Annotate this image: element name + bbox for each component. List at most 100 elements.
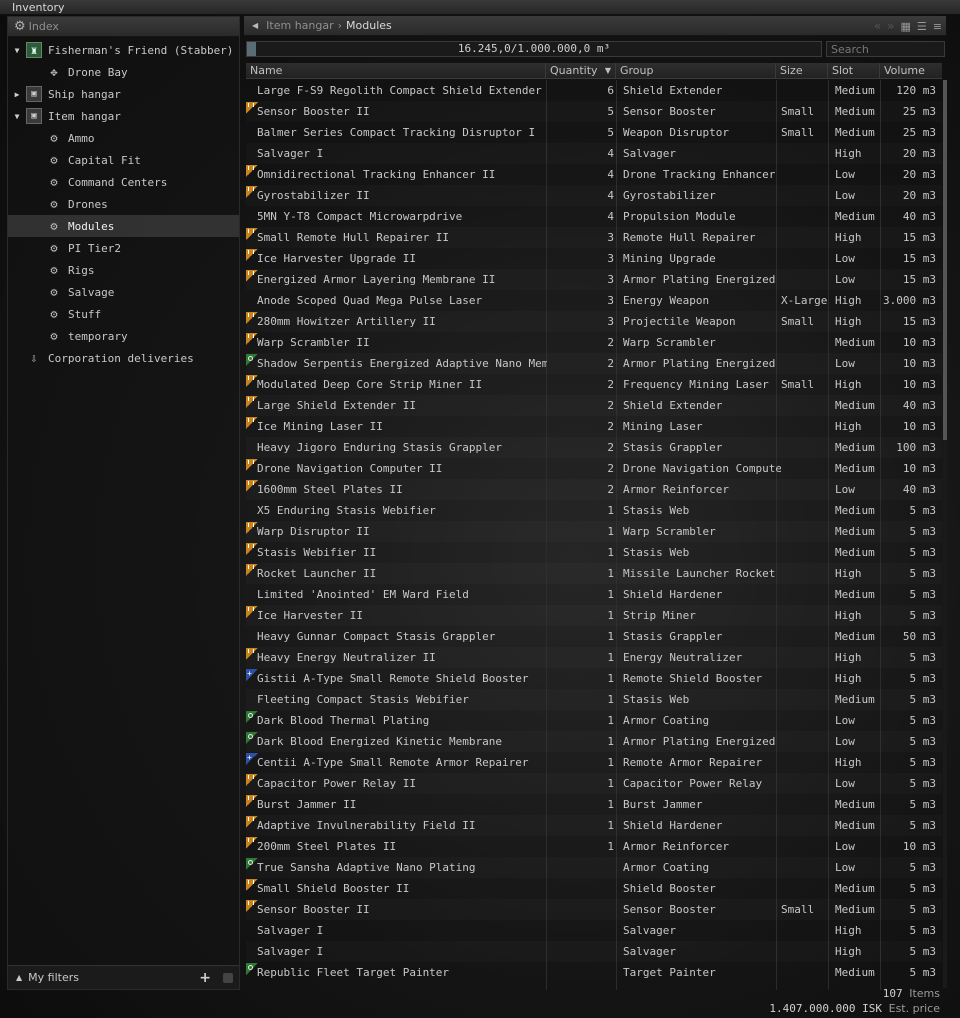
table-row[interactable]: Sensor Booster II Sensor Booster Small Medi… (246, 899, 942, 920)
item-quantity: 1 (607, 819, 614, 832)
scrollbar[interactable] (943, 80, 947, 988)
tree-item-temporary[interactable]: ⚙ temporary (8, 325, 239, 347)
column-header-group[interactable]: Group (616, 63, 776, 79)
table-row[interactable]: Sensor Booster II 5 Sensor Booster Small Med… (246, 101, 942, 122)
table-row[interactable]: Adaptive Invulnerability Field II 1 Shield… (246, 815, 942, 836)
table-row[interactable]: X5 Enduring Stasis Webifier 1 Stasis Web Me… (246, 500, 942, 521)
icon-view-icon[interactable]: ▦ (901, 20, 911, 33)
table-row[interactable]: Capacitor Power Relay II 1 Capacitor Power… (246, 773, 942, 794)
item-slot: Medium (835, 693, 875, 706)
table-row[interactable]: True Sansha Adaptive Nano Plating Armor C… (246, 857, 942, 878)
expand-up-icon[interactable]: ▲ (16, 973, 22, 982)
table-row[interactable]: Ice Mining Laser II 2 Mining Laser High 10 m… (246, 416, 942, 437)
table-row[interactable]: Large Shield Extender II 2 Shield Extender… (246, 395, 942, 416)
tree-item-capital-fit[interactable]: ⚙ Capital Fit (8, 149, 239, 171)
ship-icon: ♜ (26, 42, 42, 58)
column-header-volume[interactable]: Volume (880, 63, 942, 79)
table-row[interactable]: Heavy Jigoro Enduring Stasis Grappler 2 St… (246, 437, 942, 458)
tree-item-item-hangar[interactable]: ▼ ▣ Item hangar (8, 105, 239, 127)
gear-icon[interactable]: ⚙ (14, 19, 26, 34)
table-row[interactable]: Anode Scoped Quad Mega Pulse Laser 3 Energ… (246, 290, 942, 311)
table-row[interactable]: 280mm Howitzer Artillery II 3 Projectile W… (246, 311, 942, 332)
item-size (781, 752, 833, 773)
table-row[interactable]: Gistii A-Type Small Remote Shield Booste… (246, 663, 942, 689)
table-row[interactable]: Rocket Launcher II 1 Missile Launcher Rock… (246, 563, 942, 584)
table-row[interactable]: 200mm Steel Plates II 1 Armor Reinforcer Lo… (246, 836, 942, 857)
table-row[interactable]: Modulated Deep Core Strip Miner II 2 Frequ… (246, 374, 942, 395)
table-row[interactable]: Small Remote Hull Repairer II 3 Remote Hul… (246, 227, 942, 248)
my-filters-bar[interactable]: ▲ My filters + (8, 965, 239, 989)
details-view-icon[interactable]: ☰ (917, 20, 927, 33)
table-row[interactable]: Omnidirectional Tracking Enhancer II 4 Dro… (246, 164, 942, 185)
table-row[interactable]: Stasis Webifier II 1 Stasis Web Medium 5 m3 (246, 542, 942, 563)
window-title: Inventory (0, 0, 960, 15)
tree-item-label: Modules (68, 219, 115, 233)
item-group: Propulsion Module (623, 210, 736, 223)
table-row[interactable]: Energized Armor Layering Membrane II 3 Arm… (246, 269, 942, 290)
add-filter-icon[interactable]: + (199, 970, 211, 986)
column-header-size[interactable]: Size (776, 63, 828, 79)
history-forward-icon[interactable]: » (887, 19, 894, 33)
table-row[interactable]: Drone Navigation Computer II 2 Drone Navig… (246, 458, 942, 479)
column-header-name[interactable]: Name (246, 63, 546, 79)
table-row[interactable]: 1600mm Steel Plates II 2 Armor Reinforcer L… (246, 479, 942, 500)
back-arrow-icon[interactable]: ◀ (252, 21, 258, 30)
tree-item-drone-bay[interactable]: ✥ Drone Bay (8, 61, 239, 83)
collapse-caret-icon[interactable]: ▼ (12, 112, 22, 121)
item-volume: 5 m3 (909, 924, 937, 937)
item-group: Remote Armor Repairer (623, 756, 763, 769)
table-row[interactable]: Balmer Series Compact Tracking Disruptor… (246, 122, 942, 143)
table-row[interactable]: Centii A-Type Small Remote Armor Repaire… (246, 747, 942, 773)
expand-caret-icon[interactable]: ▶ (12, 90, 22, 99)
tree-item-rigs[interactable]: ⚙ Rigs (8, 259, 239, 281)
tree-item-ship-hangar[interactable]: ▶ ▣ Ship hangar (8, 83, 239, 105)
tree-item-modules[interactable]: ⚙ Modules (8, 215, 239, 237)
table-row[interactable]: Republic Fleet Target Painter Target Pain… (246, 962, 942, 983)
item-size (781, 584, 833, 605)
table-row[interactable]: Burst Jammer II 1 Burst Jammer Medium 5 m3 (246, 794, 942, 815)
table-row[interactable]: Ice Harvester Upgrade II 3 Mining Upgrade L… (246, 248, 942, 269)
search-input[interactable] (826, 41, 945, 57)
table-row[interactable]: Heavy Energy Neutralizer II 1 Energy Neutr… (246, 647, 942, 668)
tree-item-pi-tier2[interactable]: ⚙ PI Tier2 (8, 237, 239, 259)
item-group: Armor Plating Energized (623, 735, 776, 748)
table-row[interactable]: Gyrostabilizer II 4 Gyrostabilizer Low 20 m3 (246, 185, 942, 206)
history-back-icon[interactable]: « (874, 19, 881, 33)
tree-item-salvage[interactable]: ⚙ Salvage (8, 281, 239, 303)
collapse-caret-icon[interactable]: ▼ (12, 46, 22, 55)
item-quantity (546, 962, 614, 983)
item-group: Stasis Grappler (623, 630, 723, 643)
table-row[interactable]: 5MN Y-T8 Compact Microwarpdrive 4 Propulsi… (246, 206, 942, 227)
table-row[interactable]: Heavy Gunnar Compact Stasis Grappler 1 Sta… (246, 626, 942, 647)
table-row[interactable]: Large F-S9 Regolith Compact Shield Exten… (246, 80, 942, 101)
table-row[interactable]: Shadow Serpentis Energized Adaptive Nano… (246, 353, 942, 374)
list-view-icon[interactable]: ≡ (933, 20, 942, 33)
breadcrumb-parent[interactable]: Item hangar (266, 19, 333, 32)
column-header-quantity[interactable]: Quantity ▼ (546, 63, 616, 79)
column-header-slot[interactable]: Slot (828, 63, 880, 79)
table-row[interactable]: Dark Blood Thermal Plating 1 Armor Coating… (246, 710, 942, 731)
tree-item-corporation-deliveries[interactable]: ⇩ Corporation deliveries (8, 347, 239, 369)
table-row[interactable]: Warp Disruptor II 1 Warp Scrambler Medium 5 … (246, 521, 942, 542)
scrollbar-thumb[interactable] (943, 80, 947, 440)
table-row[interactable]: Warp Scrambler II 2 Warp Scrambler Medium 10… (246, 332, 942, 353)
table-row[interactable]: Small Shield Booster II Shield Booster Med… (246, 878, 942, 899)
index-header[interactable]: ⚙ Index (8, 17, 239, 37)
tree-item-ammo[interactable]: ⚙ Ammo (8, 127, 239, 149)
tree-item-drones[interactable]: ⚙ Drones (8, 193, 239, 215)
item-slot: High (835, 231, 862, 244)
table-row[interactable]: Salvager I 4 Salvager High 20 m3 (246, 143, 942, 164)
table-row[interactable]: Dark Blood Energized Kinetic Membrane 1 Ar… (246, 731, 942, 752)
table-row[interactable]: Ice Harvester II 1 Strip Miner High 5 m3 (246, 605, 942, 626)
table-row[interactable]: Salvager I Salvager High 5 m3 (246, 941, 942, 962)
item-quantity: 1 (607, 756, 614, 769)
table-row[interactable]: Fleeting Compact Stasis Webifier 1 Stasis … (246, 689, 942, 710)
container-icon: ⚙ (50, 263, 58, 277)
filter-toggle-icon[interactable] (223, 972, 233, 983)
table-row[interactable]: Limited 'Anointed' EM Ward Field 1 Shield … (246, 584, 942, 605)
table-row[interactable]: Salvager I Salvager High 5 m3 (246, 920, 942, 941)
tree-item-stuff[interactable]: ⚙ Stuff (8, 303, 239, 325)
tree-item-command-centers[interactable]: ⚙ Command Centers (8, 171, 239, 193)
item-list: Large F-S9 Regolith Compact Shield Exten… (246, 80, 942, 990)
tree-item-fisherman-s-friend-stabber[interactable]: ▼ ♜ Fisherman's Friend (Stabber) (8, 39, 239, 61)
